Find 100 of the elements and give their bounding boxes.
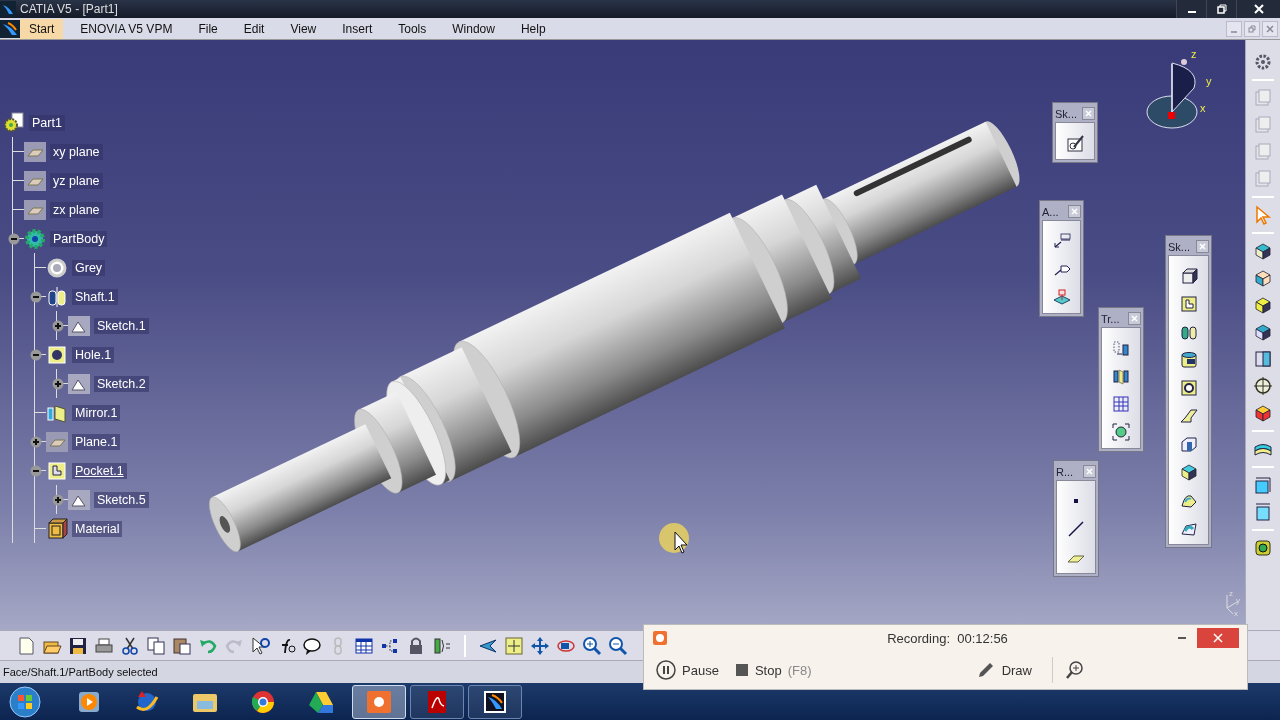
menu-item[interactable]: Window — [443, 18, 504, 39]
expand-toggle[interactable] — [29, 464, 42, 477]
axis-triad-icon — [1226, 594, 1238, 615]
new-document-icon[interactable] — [16, 635, 36, 656]
notched-block-icon[interactable] — [1178, 434, 1199, 454]
rounded-square-icon[interactable] — [1253, 538, 1273, 558]
browser-icon[interactable] — [250, 688, 276, 715]
paste-icon[interactable] — [172, 635, 192, 656]
tree-item[interactable]: Hole.1 — [72, 346, 115, 363]
tree-item[interactable]: xy plane — [50, 143, 103, 160]
tree-item[interactable]: Pocket.1 — [72, 462, 127, 479]
plane-icon — [24, 141, 46, 162]
pause-icon[interactable] — [656, 660, 676, 680]
parameters-icon[interactable] — [432, 635, 452, 656]
print-icon[interactable] — [94, 635, 114, 656]
crosshair-icon[interactable] — [1253, 376, 1273, 396]
close-button[interactable] — [1236, 0, 1280, 18]
sketch-icon — [68, 373, 90, 394]
tree-item[interactable]: PartBody — [50, 230, 108, 247]
select-arrow-icon[interactable] — [1253, 205, 1273, 225]
stop-icon[interactable] — [734, 663, 749, 677]
tree-item[interactable]: Sketch.2 — [94, 375, 149, 392]
flame-icon[interactable] — [0, 19, 20, 38]
restore-button[interactable] — [1206, 0, 1236, 18]
solid-block-icon[interactable] — [1253, 295, 1273, 315]
menu-item[interactable]: Edit — [234, 18, 274, 39]
save-icon[interactable] — [68, 635, 88, 656]
dimension-block-icon[interactable] — [1253, 475, 1273, 495]
menu-item[interactable]: Tools — [389, 18, 436, 39]
split-cylinder-icon — [46, 285, 68, 308]
tree-item[interactable]: yz plane — [50, 172, 103, 189]
tree-item[interactable]: zx plane — [50, 201, 103, 218]
line-icon[interactable] — [1066, 519, 1086, 539]
translate-icon[interactable] — [1111, 338, 1131, 358]
square-notch-icon[interactable] — [1178, 294, 1199, 314]
status-text: Face/Shaft.1/PartBody selected — [3, 666, 158, 678]
menu-item[interactable]: Help — [511, 18, 555, 39]
camera-icon[interactable] — [365, 688, 393, 715]
expand-toggle[interactable] — [29, 290, 42, 303]
restore-icon[interactable] — [1216, 4, 1227, 14]
zoom-out-icon[interactable] — [608, 635, 628, 656]
expand-toggle[interactable] — [51, 377, 64, 390]
scale-icon[interactable] — [1111, 422, 1131, 442]
pan-icon[interactable] — [530, 635, 550, 656]
settings-icon[interactable] — [1253, 52, 1273, 72]
square-notch-icon — [46, 459, 68, 482]
window-title: CATIA V5 - [Part1] — [20, 2, 119, 16]
expand-toggle[interactable] — [51, 493, 64, 506]
slanted-block-icon[interactable] — [1253, 322, 1273, 342]
recorder-icon — [652, 630, 668, 646]
menu-item[interactable]: View — [281, 18, 326, 39]
tree-item[interactable]: Material — [72, 520, 123, 537]
copy-icon[interactable] — [146, 635, 166, 656]
tree-item[interactable]: Plane.1 — [72, 433, 121, 450]
dimension-block-icon[interactable] — [1253, 502, 1273, 522]
cut-icon[interactable] — [120, 635, 140, 656]
ring-frame-icon[interactable] — [1178, 378, 1199, 398]
expand-toggle[interactable] — [29, 435, 42, 448]
tree-item[interactable]: Sketch.5 — [94, 491, 149, 508]
sketch-plane-icon[interactable] — [1051, 287, 1072, 307]
cylinder-icon[interactable] — [1178, 350, 1199, 370]
tree-item[interactable]: Part1 — [29, 114, 65, 131]
zoom-in-icon[interactable] — [582, 635, 602, 656]
tree-item[interactable]: Grey — [72, 259, 106, 276]
sphere-icon — [46, 256, 68, 279]
help-pointer-icon[interactable] — [250, 635, 270, 656]
menu-item[interactable]: ENOVIA V5 VPM — [71, 18, 182, 39]
plane-icon — [46, 431, 68, 452]
menu-item[interactable]: Start — [20, 18, 64, 39]
expand-toggle[interactable] — [29, 348, 42, 361]
split-block-icon[interactable] — [1253, 349, 1273, 369]
tree-item[interactable]: Shaft.1 — [72, 288, 118, 305]
axis-label: z — [1191, 48, 1197, 60]
crossed-box-icon[interactable] — [1253, 403, 1273, 423]
ramp-icon[interactable] — [1178, 406, 1199, 426]
compass-drawing[interactable] — [1146, 59, 1198, 129]
flame-icon[interactable] — [482, 688, 508, 715]
sketch-pencil-icon[interactable] — [1065, 133, 1085, 153]
mirror-icon[interactable] — [1111, 366, 1131, 386]
cabinet-icon — [46, 517, 68, 540]
minimize-button[interactable] — [1176, 0, 1206, 18]
taskbar-button[interactable] — [468, 684, 522, 719]
start-button[interactable] — [8, 684, 42, 719]
expand-toggle[interactable] — [51, 319, 64, 332]
tree-item[interactable]: Sketch.1 — [94, 317, 149, 334]
dot-grid-icon[interactable] — [1111, 394, 1131, 414]
stop-button[interactable]: Stop (F8) — [730, 660, 816, 680]
recording-status: Recording: 00:12:56 — [886, 630, 1009, 646]
table-icon[interactable] — [354, 635, 374, 656]
draw-button[interactable]: Draw — [971, 658, 1036, 682]
text-arrow-icon[interactable] — [1051, 231, 1072, 251]
pause-button[interactable]: Pause — [652, 658, 723, 682]
expand-toggle[interactable] — [7, 232, 20, 245]
speech-bubble-icon[interactable] — [302, 635, 322, 656]
menu-item[interactable]: Insert — [333, 18, 382, 39]
fit-all-icon[interactable] — [504, 635, 524, 656]
toolbar-title: R... — [1056, 465, 1074, 478]
small-cube-icon[interactable] — [1178, 462, 1199, 482]
menu-item[interactable]: File — [189, 18, 227, 39]
tree-item[interactable]: Mirror.1 — [72, 404, 121, 421]
